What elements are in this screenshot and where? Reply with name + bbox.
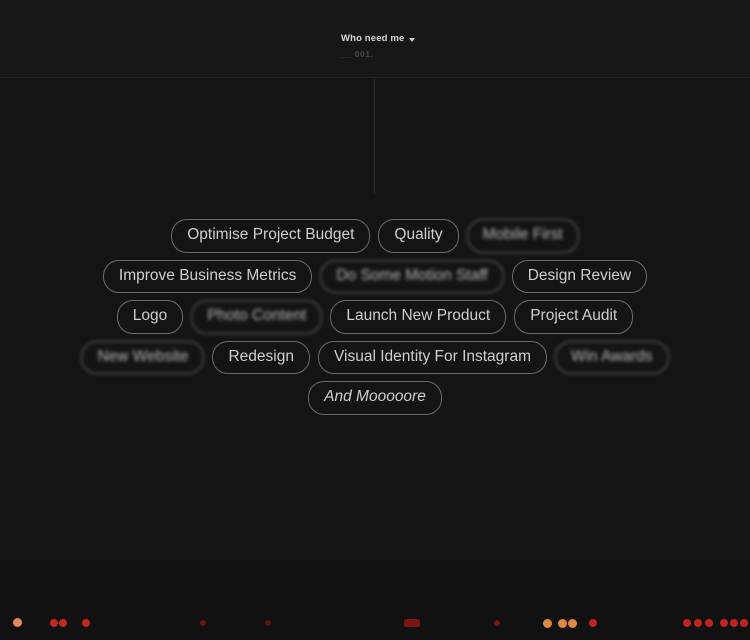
strip-dot-marker[interactable] (200, 620, 206, 626)
tag-row: Logo Photo Content Launch New Product Proje… (0, 300, 750, 334)
strip-dot-marker[interactable] (683, 619, 691, 627)
strip-dot-marker[interactable] (589, 619, 597, 627)
chevron-down-icon (409, 37, 416, 42)
strip-dot-marker[interactable] (740, 619, 748, 627)
strip-dot-marker[interactable] (720, 619, 728, 627)
tag-chip[interactable]: Quality (378, 219, 459, 253)
tag-row: Improve Business Metrics Do Some Motion S… (0, 259, 750, 293)
tag-chip[interactable]: Improve Business Metrics (102, 259, 313, 293)
tag-row: Optimise Project Budget Quality Mobile Fir… (0, 219, 750, 253)
tag-chip[interactable]: Project Audit (514, 300, 634, 334)
tag-chip[interactable]: Win Awards (554, 340, 669, 374)
strip-dot-marker[interactable] (50, 619, 58, 627)
header-center-group: Who need me __ 001. (341, 28, 541, 59)
tag-chip[interactable]: Logo (116, 300, 184, 334)
strip-bar-marker[interactable] (404, 619, 420, 627)
tag-row: And Mooooore (0, 381, 750, 415)
tag-chip[interactable]: Photo Content (191, 300, 323, 334)
strip-dot-marker[interactable] (82, 619, 90, 627)
tag-chip[interactable]: Mobile First (466, 219, 579, 253)
header-sub-label: __ 001. (341, 49, 374, 59)
who-need-me-dropdown-label: Who need me (341, 33, 405, 44)
app-header: Who need me __ 001. (0, 0, 750, 78)
strip-dot-marker[interactable] (568, 619, 577, 628)
strip-dot-marker[interactable] (730, 619, 738, 627)
strip-dot-marker[interactable] (13, 618, 22, 627)
tag-chip[interactable]: Do Some Motion Staff (320, 259, 504, 293)
tag-chip[interactable]: Redesign (212, 340, 310, 374)
who-need-me-dropdown[interactable]: Who need me (341, 33, 416, 44)
strip-dot-marker[interactable] (543, 619, 552, 628)
strip-dot-marker[interactable] (265, 620, 271, 626)
tag-chip[interactable]: Launch New Product (330, 300, 507, 334)
tag-chip[interactable]: Optimise Project Budget (171, 219, 371, 253)
tag-row: New Website Redesign Visual Identity For I… (0, 340, 750, 374)
tag-chip[interactable]: New Website (81, 340, 205, 374)
vertical-divider (374, 79, 375, 194)
app-root: Who need me __ 001. Optimise Project Bud… (0, 0, 750, 628)
tag-cloud: Optimise Project Budget Quality Mobile Fir… (0, 219, 750, 422)
tag-chip[interactable]: Design Review (511, 259, 648, 293)
strip-dot-marker[interactable] (494, 620, 500, 626)
strip-dot-marker[interactable] (558, 619, 567, 628)
strip-dot-marker[interactable] (705, 619, 713, 627)
bottom-dot-strip (0, 609, 750, 640)
strip-dot-marker[interactable] (694, 619, 702, 627)
tag-chip[interactable]: And Mooooore (308, 381, 442, 415)
tag-chip[interactable]: Visual Identity For Instagram (317, 340, 547, 374)
canvas-area: Optimise Project Budget Quality Mobile Fir… (0, 79, 750, 628)
strip-dot-marker[interactable] (59, 619, 67, 627)
